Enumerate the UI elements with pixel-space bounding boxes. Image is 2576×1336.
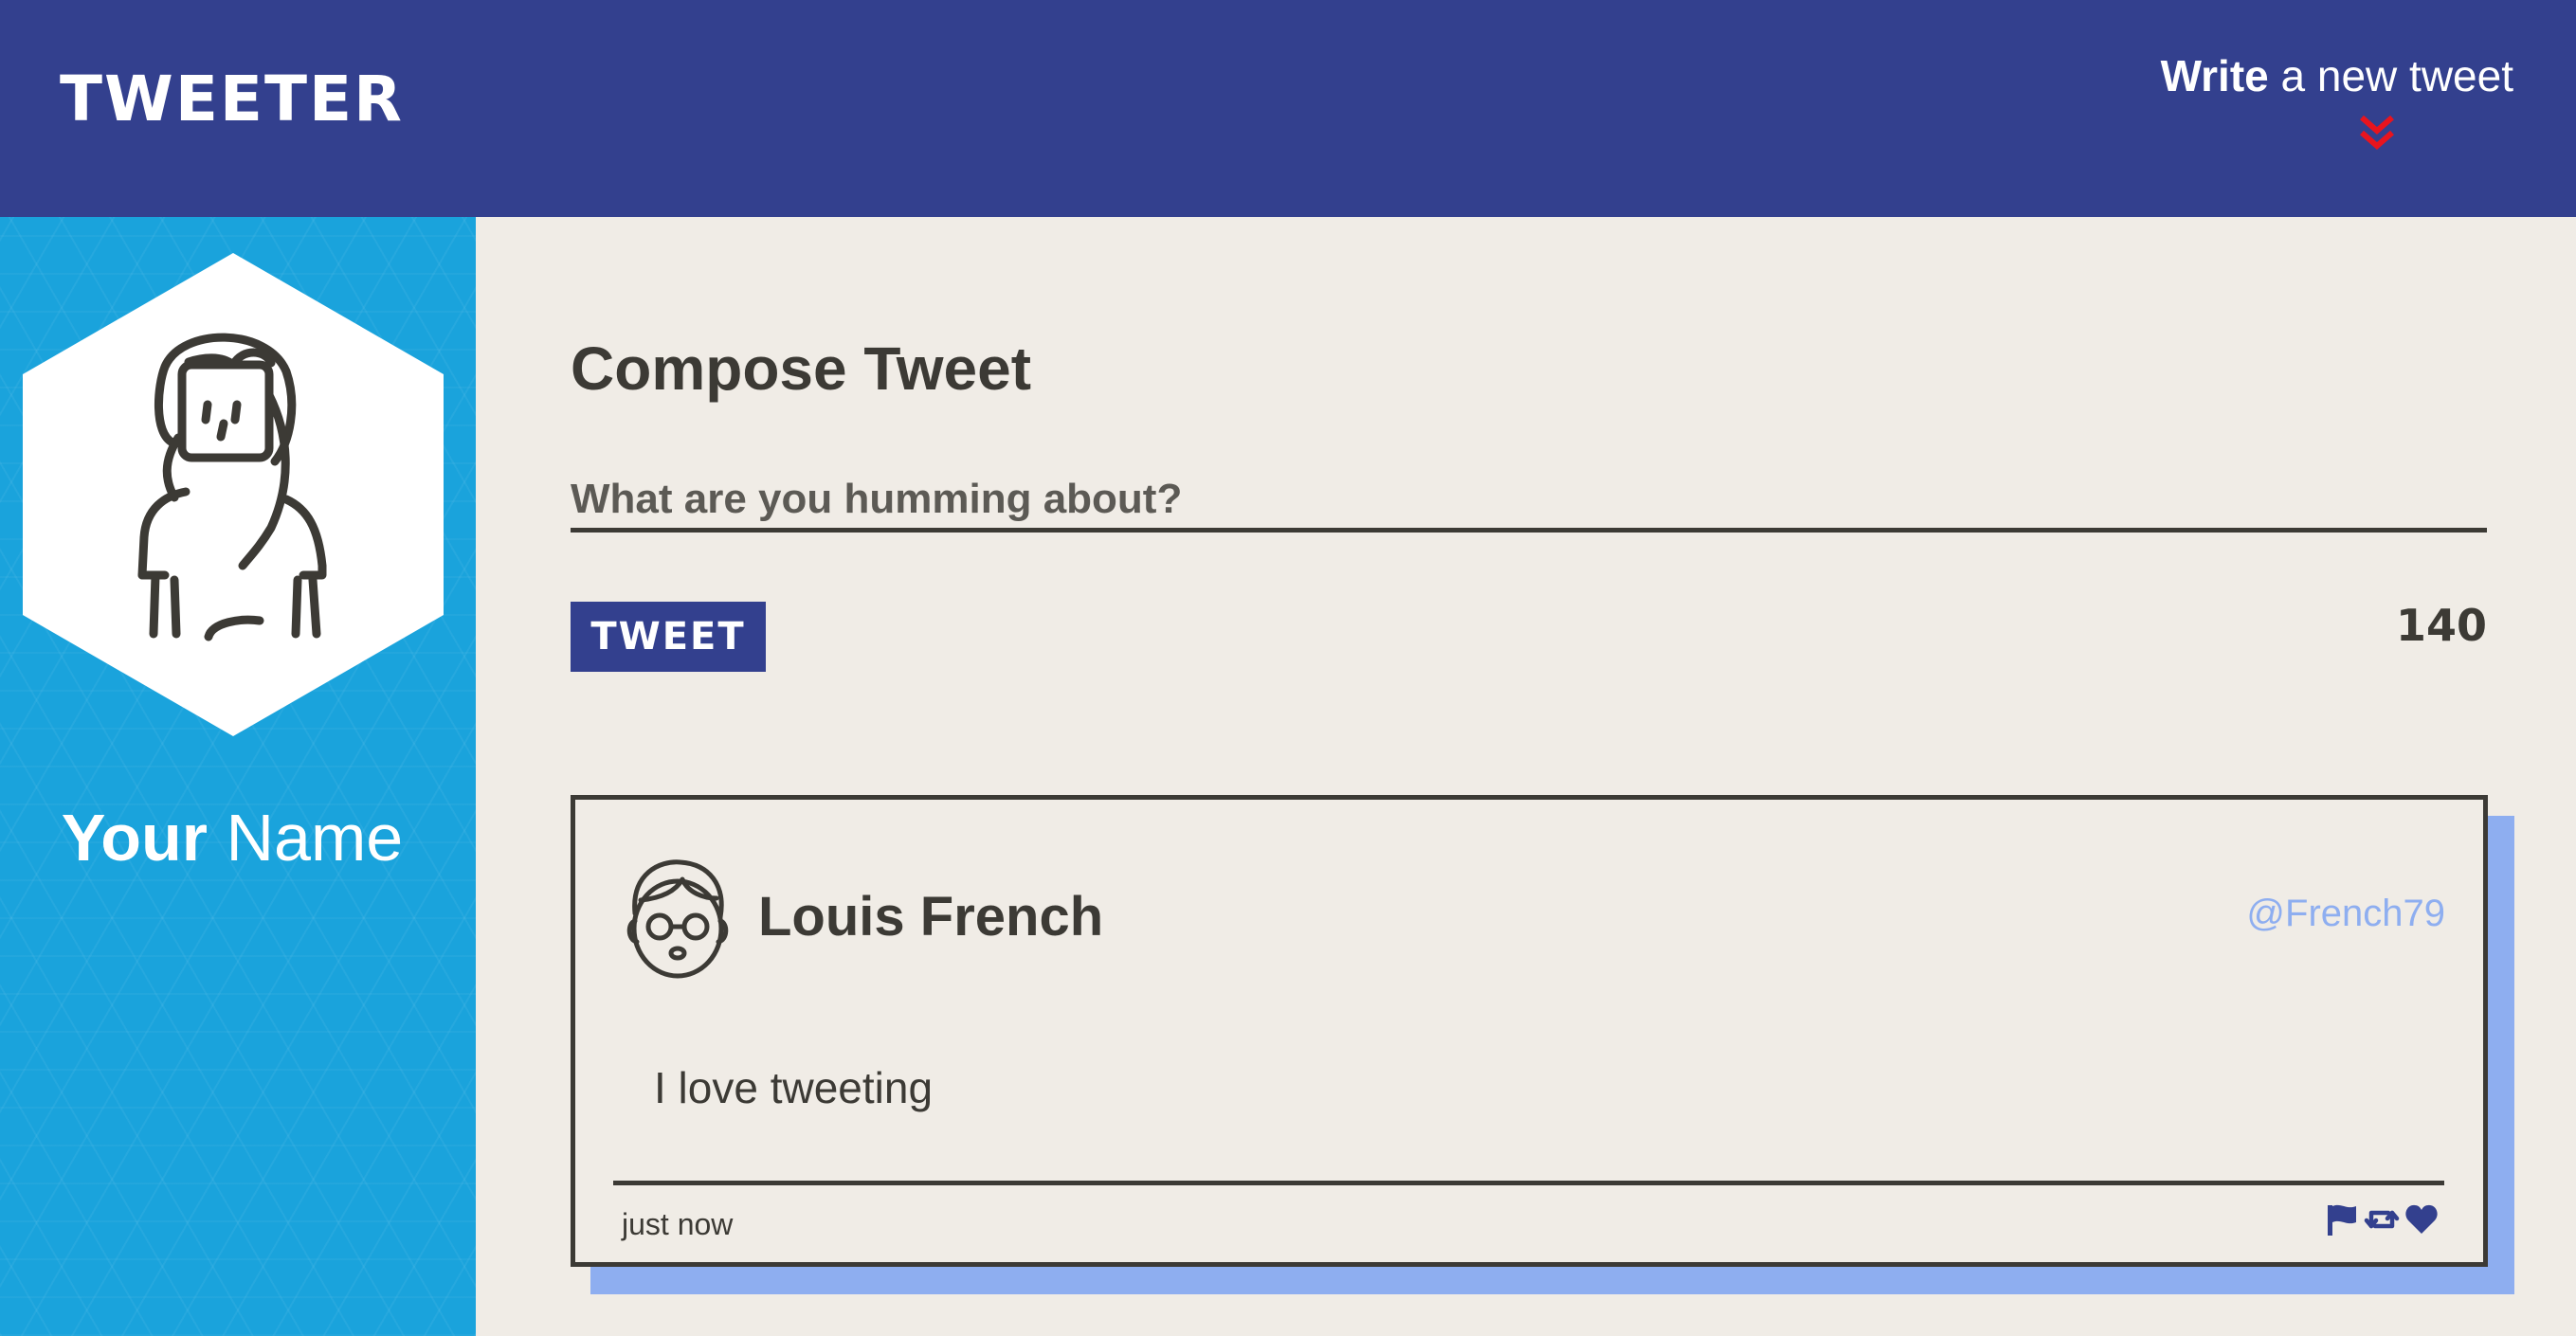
compose-tweet-title: Compose Tweet [571, 334, 1031, 403]
double-chevron-down-icon [2360, 115, 2394, 150]
flag-icon[interactable] [2324, 1201, 2360, 1237]
user-name: Your Name [0, 804, 464, 871]
tweet-author-handle: @French79 [2246, 893, 2445, 934]
user-name-last: Name [226, 801, 404, 875]
tweet-content: I love tweeting [654, 1063, 934, 1112]
profile-sidebar: Your Name [0, 217, 476, 1336]
tweet-divider [613, 1181, 2444, 1185]
tweet-timestamp: just now [622, 1207, 734, 1241]
write-new-tweet-toggle[interactable]: Write a new tweet [2115, 49, 2513, 161]
tweet-author-avatar [626, 859, 729, 979]
tweet-actions [2324, 1201, 2440, 1237]
user-name-first: Your [61, 801, 209, 875]
tweet-author-name: Louis French [758, 886, 1104, 948]
tweet-submit-button[interactable]: TWEET [571, 602, 766, 672]
user-avatar [23, 253, 444, 736]
top-nav-bar: TWEETER Write a new tweet [0, 0, 2576, 217]
app-logo[interactable]: TWEETER [60, 68, 404, 131]
write-label: Write [2160, 51, 2269, 100]
tweet-card: Louis French @French79 I love tweeting j… [571, 795, 2488, 1267]
a-new-tweet-label: a new tweet [2268, 51, 2514, 100]
retweet-icon[interactable] [2364, 1201, 2400, 1237]
heart-icon[interactable] [2404, 1201, 2440, 1237]
character-counter: 140 [2395, 600, 2487, 651]
tweet-text-input[interactable] [571, 471, 2487, 533]
main-content: Compose Tweet TWEET 140 Louis French @Fr… [476, 217, 2576, 1336]
write-new-tweet-label: Write a new tweet [2115, 49, 2513, 102]
